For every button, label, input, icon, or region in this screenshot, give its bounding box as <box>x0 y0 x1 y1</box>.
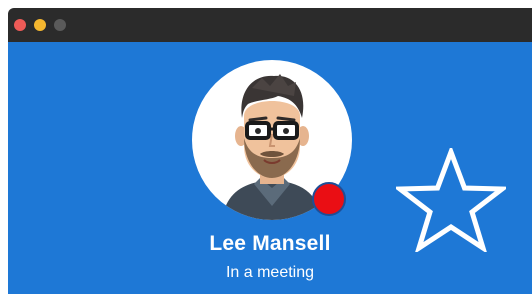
title-bar <box>8 8 532 42</box>
app-window: Lee Mansell In a meeting <box>0 0 532 302</box>
contact-card: Lee Mansell In a meeting <box>8 42 532 294</box>
avatar-container[interactable] <box>192 60 352 220</box>
star-outline-icon[interactable] <box>396 148 506 252</box>
zoom-window-button[interactable] <box>54 19 66 31</box>
minimize-window-button[interactable] <box>34 19 46 31</box>
close-window-button[interactable] <box>14 19 26 31</box>
contact-status: In a meeting <box>225 264 315 281</box>
presence-status-dot <box>312 182 346 216</box>
